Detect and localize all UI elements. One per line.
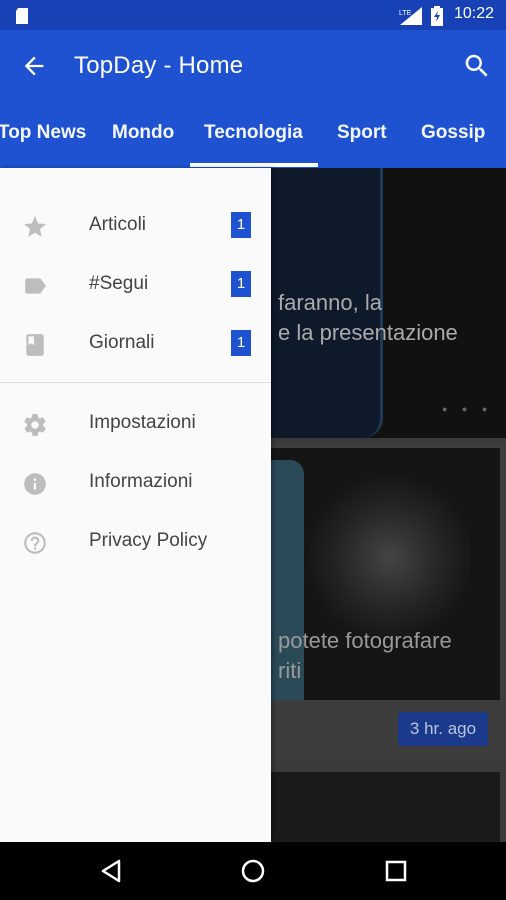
count-badge: 1 — [231, 330, 251, 356]
tab-top-news[interactable]: Top News — [0, 122, 86, 144]
card-headline: potete fotografare riti — [278, 628, 452, 683]
drawer-item-segui[interactable]: #Segui 1 — [0, 257, 271, 313]
app-bar: TopDay - Home Top News Mondo Tecnologia … — [0, 30, 506, 168]
system-nav-bar — [0, 842, 506, 900]
svg-text:LTE: LTE — [399, 10, 412, 17]
search-icon[interactable] — [462, 51, 492, 81]
sd-card-icon — [14, 7, 30, 30]
tag-icon — [22, 273, 48, 299]
drawer-divider — [0, 382, 271, 383]
clock: 10:22 — [453, 5, 494, 22]
category-tabs: Top News Mondo Tecnologia Sport Gossip — [0, 122, 506, 168]
help-icon — [22, 530, 48, 556]
count-badge: 1 — [231, 212, 251, 238]
drawer-item-articoli[interactable]: Articoli 1 — [0, 198, 271, 254]
signal-icon: LTE — [398, 6, 424, 31]
pager-dots: ● ● ● — [442, 404, 494, 414]
back-nav-icon[interactable] — [97, 856, 127, 886]
drawer-item-informazioni[interactable]: Informazioni — [0, 455, 271, 511]
recents-nav-icon[interactable] — [381, 856, 411, 886]
news-card[interactable]: potete fotografare riti 3 hr. ago — [270, 442, 506, 760]
navigation-drawer: Articoli 1 #Segui 1 Giornali 1 Impostazi… — [0, 168, 271, 842]
news-card[interactable]: faranno, la e la presentazione ● ● ● — [270, 168, 506, 438]
star-icon — [22, 214, 48, 240]
info-icon — [22, 471, 48, 497]
drawer-item-impostazioni[interactable]: Impostazioni — [0, 396, 271, 452]
count-badge: 1 — [231, 271, 251, 297]
news-card[interactable] — [270, 772, 500, 842]
tab-sport[interactable]: Sport — [337, 122, 387, 144]
back-arrow-icon[interactable] — [20, 52, 48, 80]
status-bar: LTE 10:22 — [0, 0, 506, 30]
card-headline: faranno, la e la presentazione — [278, 290, 458, 345]
tab-tecnologia[interactable]: Tecnologia — [204, 122, 303, 144]
time-badge: 3 hr. ago — [398, 712, 488, 746]
tab-mondo[interactable]: Mondo — [112, 122, 174, 144]
page-title: TopDay - Home — [74, 52, 244, 79]
tab-indicator — [190, 163, 318, 167]
drawer-item-privacy-policy[interactable]: Privacy Policy — [0, 514, 271, 570]
drawer-item-giornali[interactable]: Giornali 1 — [0, 316, 271, 372]
tab-gossip[interactable]: Gossip — [421, 122, 485, 144]
gear-icon — [22, 412, 48, 438]
battery-icon — [431, 6, 443, 31]
book-icon — [22, 332, 48, 358]
home-nav-icon[interactable] — [238, 856, 268, 886]
